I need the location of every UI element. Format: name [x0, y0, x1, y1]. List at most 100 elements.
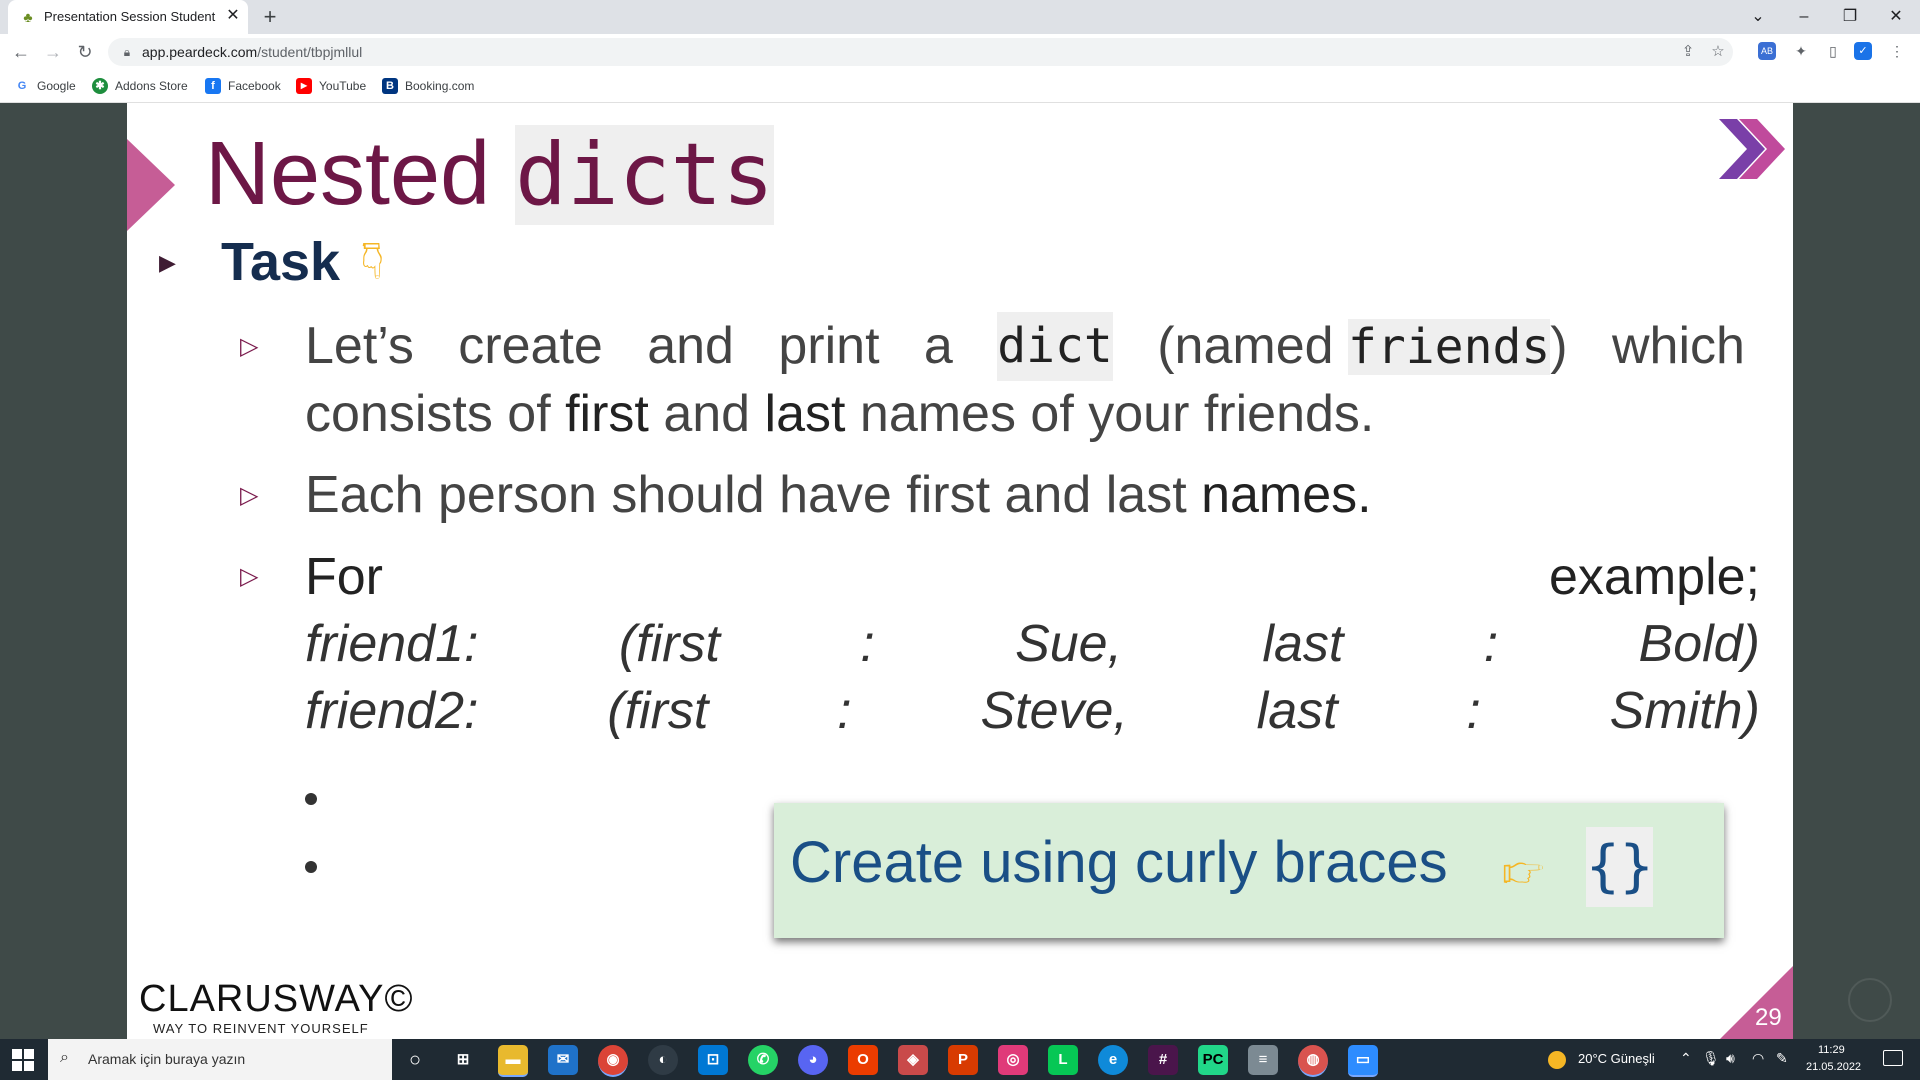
database-icon[interactable]: ≡ — [1248, 1045, 1278, 1075]
cortana-icon[interactable]: ○ — [400, 1045, 430, 1075]
windows-taskbar: ⌕ Aramak için buraya yazın ○ ⊞ ▬ ✉ ◉ ◐ ⊡… — [0, 1039, 1920, 1080]
faint-avatar-icon[interactable] — [1848, 978, 1892, 1022]
chrome-icon[interactable]: ◉ — [598, 1045, 628, 1077]
text: : — [1483, 615, 1499, 673]
google-icon: G — [14, 78, 30, 94]
obs-icon[interactable]: ◐ — [648, 1045, 678, 1075]
pear-deck-icon: ♣ — [23, 9, 33, 25]
app-icon-red[interactable]: ◈ — [898, 1045, 928, 1075]
task-view-icon[interactable]: ⊞ — [448, 1045, 478, 1075]
clock-time[interactable]: 11:29 — [1818, 1044, 1845, 1056]
bookmark-booking[interactable]: B Booking.com — [382, 76, 474, 96]
edge-icon[interactable]: e — [1098, 1045, 1128, 1075]
bookmark-star-icon[interactable]: ☆ — [1708, 42, 1728, 62]
text: last — [1256, 682, 1338, 740]
address-bar[interactable]: 🔒︎ app.peardeck.com/student/tbpjmllul ⇪ … — [108, 38, 1733, 66]
minimize-button[interactable]: – — [1782, 4, 1826, 30]
reload-icon[interactable]: ↻ — [74, 41, 96, 63]
file-explorer-icon[interactable]: ▬ — [498, 1045, 528, 1077]
clarusway-tagline: WAY TO REINVENT YOURSELF — [153, 1021, 369, 1036]
mail-icon[interactable]: ✉ — [548, 1045, 578, 1075]
bookmark-label: Facebook — [228, 79, 281, 93]
microphone-icon[interactable]: 🎙︎ — [1702, 1050, 1720, 1067]
clock-date[interactable]: 21.05.2022 — [1806, 1061, 1861, 1073]
restore-button[interactable]: ❐ — [1828, 4, 1872, 30]
title-triangle-decoration — [127, 139, 175, 231]
forward-icon[interactable]: → — [42, 41, 64, 63]
word: and — [647, 317, 734, 375]
word: ) — [1550, 317, 1568, 375]
sun-weather-icon[interactable] — [1548, 1051, 1566, 1069]
weather-text[interactable]: 20°C Güneşli — [1578, 1051, 1655, 1066]
bullet-triangle-icon: ▷ — [240, 563, 259, 590]
wifi-icon[interactable]: ◠ — [1752, 1050, 1764, 1067]
shield-extension-icon[interactable]: ✓ — [1854, 42, 1872, 60]
text-first: first — [565, 385, 649, 443]
facebook-icon: f — [205, 78, 221, 94]
bookmark-label: Addons Store — [115, 79, 188, 93]
double-chevron-logo-icon — [1719, 119, 1785, 179]
taskbar-search[interactable]: ⌕ Aramak için buraya yazın — [48, 1039, 392, 1080]
text-last: last — [764, 385, 846, 443]
bookmark-facebook[interactable]: f Facebook — [205, 76, 281, 96]
booking-icon: B — [382, 78, 398, 94]
notification-icon[interactable] — [1883, 1050, 1903, 1066]
close-tab-icon[interactable]: ✕ — [224, 7, 242, 25]
discord-icon[interactable]: ◕ — [798, 1045, 828, 1075]
bookmark-addons-store[interactable]: ✱ Addons Store — [92, 76, 188, 96]
text: : — [860, 615, 875, 673]
text-for: For — [305, 548, 383, 606]
whatsapp-icon[interactable]: ✆ — [748, 1045, 778, 1075]
callout-text: Create using curly braces — [790, 830, 1448, 895]
word: a — [923, 317, 953, 375]
tray-chevron-icon[interactable]: ⌃ — [1680, 1050, 1692, 1067]
text: Smith) — [1609, 682, 1760, 740]
text: : — [837, 682, 852, 740]
share-icon[interactable]: ⇪ — [1678, 42, 1698, 62]
ms-store-icon[interactable]: ⊡ — [698, 1045, 728, 1075]
office-icon[interactable]: O — [848, 1045, 878, 1075]
close-window-button[interactable]: ✕ — [1874, 4, 1918, 30]
powerpoint-icon[interactable]: P — [948, 1045, 978, 1075]
example-row-1: friend1: (first : Sue, last : Bold) — [305, 610, 1760, 678]
zoom-icon[interactable]: ▭ — [1348, 1045, 1378, 1077]
bullet1-line1: Let’s create and print a dict (named fri… — [305, 312, 1745, 381]
lock-icon[interactable]: 🔒︎ — [120, 44, 134, 60]
empty-bullet-dot — [305, 861, 317, 873]
back-icon[interactable]: ← — [10, 41, 32, 63]
bookmarks-bar: G Google ✱ Addons Store f Facebook ▶ You… — [0, 70, 1920, 103]
text: last — [1262, 615, 1344, 673]
windows-start-icon[interactable] — [12, 1049, 34, 1071]
curly-braces-code: {} — [1586, 827, 1654, 907]
browser-tab[interactable]: ♣ Presentation Session Student ✕ — [8, 0, 248, 34]
adblock-extension-icon[interactable]: AB — [1758, 42, 1776, 60]
title-text: Nested — [205, 124, 516, 224]
word: create — [458, 317, 603, 375]
pycharm-icon[interactable]: PC — [1198, 1045, 1228, 1075]
browser-toolbar: ← → ↻ 🔒︎ app.peardeck.com/student/tbpjml… — [0, 34, 1920, 70]
search-placeholder: Aramak için buraya yazın — [88, 1051, 246, 1067]
menu-kebab-icon[interactable]: ⋮ — [1886, 40, 1908, 62]
bullet1-line2: consists of first and last names of your… — [305, 380, 1374, 448]
pen-icon[interactable]: ✎ — [1776, 1050, 1788, 1067]
text-example: example; — [1549, 548, 1760, 606]
text: Bold) — [1638, 615, 1760, 673]
bullet-triangle-icon: ▷ — [240, 333, 259, 360]
tab-search-icon[interactable]: ⌄ — [1736, 4, 1780, 30]
slide-title: Nested dicts — [205, 123, 775, 226]
text: Each person should have first and last — [305, 466, 1202, 524]
url-text[interactable]: app.peardeck.com/student/tbpjmllul — [142, 44, 362, 60]
side-panel-icon[interactable]: ▯ — [1822, 40, 1844, 62]
creative-cloud-icon[interactable]: ◎ — [998, 1045, 1028, 1075]
app-icon-active[interactable]: ◍ — [1298, 1045, 1328, 1077]
line-icon[interactable]: L — [1048, 1045, 1078, 1075]
word: print — [778, 317, 880, 375]
volume-icon[interactable]: 🔊︎ — [1726, 1050, 1735, 1067]
bullet-triangle-icon: ▷ — [240, 482, 259, 509]
bookmark-google[interactable]: G Google — [14, 76, 76, 96]
extensions-puzzle-icon[interactable]: ✦ — [1790, 40, 1812, 62]
slack-icon[interactable]: # — [1148, 1045, 1178, 1075]
bookmark-youtube[interactable]: ▶ YouTube — [296, 76, 366, 96]
text: consists of — [305, 385, 566, 443]
new-tab-button[interactable]: + — [258, 5, 282, 29]
